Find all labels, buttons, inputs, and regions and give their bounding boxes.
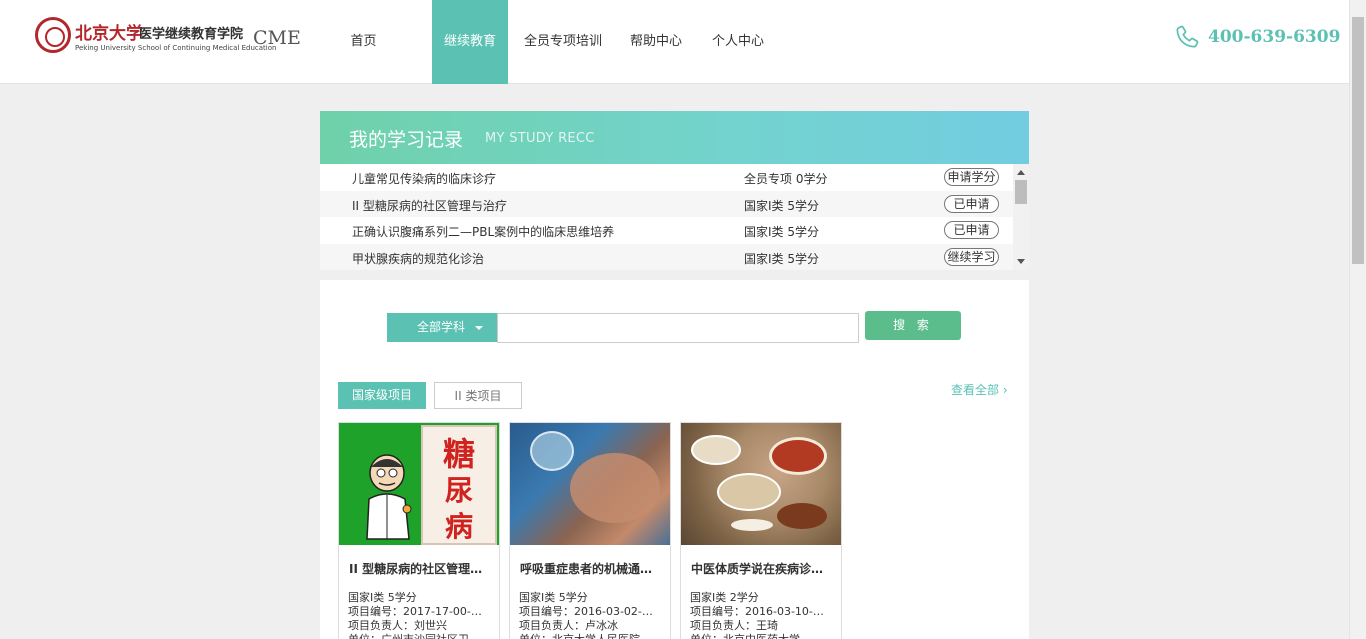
study-record-scrollbar[interactable] [1013, 164, 1029, 270]
study-record-list: 儿童常见传染病的临床诊疗 全员专项 0学分 申请学分 II 型糖尿病的社区管理与… [320, 164, 1013, 270]
herb-slices-image [777, 503, 827, 529]
course-thumbnail-diabetes[interactable]: 糖 尿 病 [339, 423, 499, 545]
course-card-unit: 单位：北京中医药大学 [690, 631, 835, 639]
view-all-link[interactable]: 查看全部 › [951, 381, 1008, 398]
subject-dropdown[interactable]: 全部学科 [387, 313, 497, 342]
main-nav: 首页 继续教育 全员专项培训 帮助中心 个人中心 [326, 0, 782, 84]
study-record-row: II 型糖尿病的社区管理与治疗 国家I类 5学分 已申请 [320, 190, 1013, 217]
herb-bowl-image [769, 437, 827, 475]
logo-cme-mark: CME [253, 27, 301, 49]
sign-char: 尿 [444, 474, 473, 507]
herb-slices-image [731, 519, 773, 531]
university-seal-icon [35, 17, 71, 53]
study-record-title: 我的学习记录 [349, 129, 464, 151]
hotline: 400-639-6309 [1174, 22, 1340, 52]
caret-down-icon [475, 326, 483, 330]
page-scrollbar[interactable] [1349, 0, 1366, 639]
site-header: 北京大学 医学继续教育学院 Peking University School o… [0, 0, 1349, 84]
herb-bowl-image [717, 473, 781, 511]
nav-item-continuing-education[interactable]: 继续教育 [432, 0, 508, 84]
course-card[interactable]: 呼吸重症患者的机械通… 国家I类 5学分 项目编号：2016-03-02-… 项… [509, 422, 671, 639]
tab-national-projects[interactable]: 国家级项目 [338, 382, 426, 409]
course-credit: 国家I类 5学分 [744, 198, 819, 213]
patient-face-image [570, 453, 660, 523]
course-browser-panel: 全部学科 搜 索 国家级项目 II 类项目 查看全部 › 糖 尿 病 II 型糖… [320, 280, 1029, 639]
study-record-row: 儿童常见传染病的临床诊疗 全员专项 0学分 申请学分 [320, 164, 1013, 191]
subject-dropdown-label: 全部学科 [417, 320, 466, 334]
nav-item-home[interactable]: 首页 [326, 0, 401, 84]
search-bar: 全部学科 [387, 313, 859, 343]
page-scrollbar-thumb[interactable] [1352, 17, 1364, 264]
site-logo[interactable]: 北京大学 医学继续教育学院 Peking University School o… [35, 17, 301, 57]
course-name[interactable]: 正确认识腹痛系列二—PBL案例中的临床思维培养 [352, 223, 614, 240]
course-name[interactable]: II 型糖尿病的社区管理与治疗 [352, 197, 507, 214]
apply-credit-button[interactable]: 申请学分 [944, 168, 999, 186]
course-card-title[interactable]: II 型糖尿病的社区管理… [349, 560, 494, 577]
course-credit: 国家I类 5学分 [744, 251, 819, 266]
study-record-subtitle: MY STUDY RECC [485, 131, 595, 146]
study-record-row: 甲状腺疾病的规范化诊治 国家I类 5学分 继续学习 [320, 243, 1013, 270]
scroll-down-arrow-icon[interactable] [1017, 259, 1025, 264]
sign-char: 病 [444, 510, 473, 543]
course-thumbnail-tcm[interactable] [681, 423, 841, 545]
course-card-list: 糖 尿 病 II 型糖尿病的社区管理… 国家I类 5学分 项目编号：2017-1… [338, 422, 851, 639]
phone-icon [1176, 25, 1199, 48]
course-card[interactable]: 糖 尿 病 II 型糖尿病的社区管理… 国家I类 5学分 项目编号：2017-1… [338, 422, 500, 639]
logo-university-name: 北京大学 [75, 24, 143, 44]
scroll-up-arrow-icon[interactable] [1017, 170, 1025, 175]
search-button[interactable]: 搜 索 [865, 311, 961, 340]
study-record-header: 我的学习记录 MY STUDY RECC [320, 111, 1029, 164]
nav-item-special-training[interactable]: 全员专项培训 [508, 0, 618, 84]
tab-class-ii-projects[interactable]: II 类项目 [434, 382, 522, 409]
logo-school-name: 医学继续教育学院 [139, 27, 244, 42]
logo-english-name: Peking University School of Continuing M… [75, 44, 277, 52]
course-credit: 全员专项 0学分 [744, 172, 828, 186]
course-card-unit: 单位：广州市沙园社区卫… [348, 631, 493, 639]
herb-bowl-image [691, 435, 741, 465]
course-thumbnail-ventilation[interactable] [510, 423, 670, 545]
study-record-panel: 我的学习记录 MY STUDY RECC 儿童常见传染病的临床诊疗 全员专项 0… [320, 111, 1029, 270]
nav-item-help-center[interactable]: 帮助中心 [618, 0, 694, 84]
continue-study-button[interactable]: 继续学习 [944, 247, 999, 266]
course-name[interactable]: 甲状腺疾病的规范化诊治 [352, 250, 484, 267]
course-card-unit: 单位：北京大学人民医院 [519, 631, 664, 639]
course-card-title[interactable]: 呼吸重症患者的机械通… [520, 560, 665, 577]
diabetes-sign: 糖 尿 病 [421, 425, 497, 545]
study-record-scrollbar-thumb[interactable] [1015, 180, 1027, 204]
course-name[interactable]: 儿童常见传染病的临床诊疗 [352, 170, 496, 187]
search-input[interactable] [497, 313, 859, 343]
doctor-cartoon-icon [366, 454, 412, 540]
oxygen-mask-image [530, 431, 574, 471]
nav-item-personal-center[interactable]: 个人中心 [694, 0, 782, 84]
project-tabs: 国家级项目 II 类项目 [338, 382, 530, 409]
applied-button[interactable]: 已申请 [944, 221, 999, 239]
study-record-row: 正确认识腹痛系列二—PBL案例中的临床思维培养 国家I类 5学分 已申请 [320, 217, 1013, 244]
course-card-title[interactable]: 中医体质学说在疾病诊… [691, 560, 836, 577]
hotline-number: 400-639-6309 [1208, 27, 1341, 47]
course-credit: 国家I类 5学分 [744, 225, 819, 239]
applied-button[interactable]: 已申请 [944, 194, 999, 213]
course-card[interactable]: 中医体质学说在疾病诊… 国家I类 2学分 项目编号：2016-03-10-… 项… [680, 422, 842, 639]
